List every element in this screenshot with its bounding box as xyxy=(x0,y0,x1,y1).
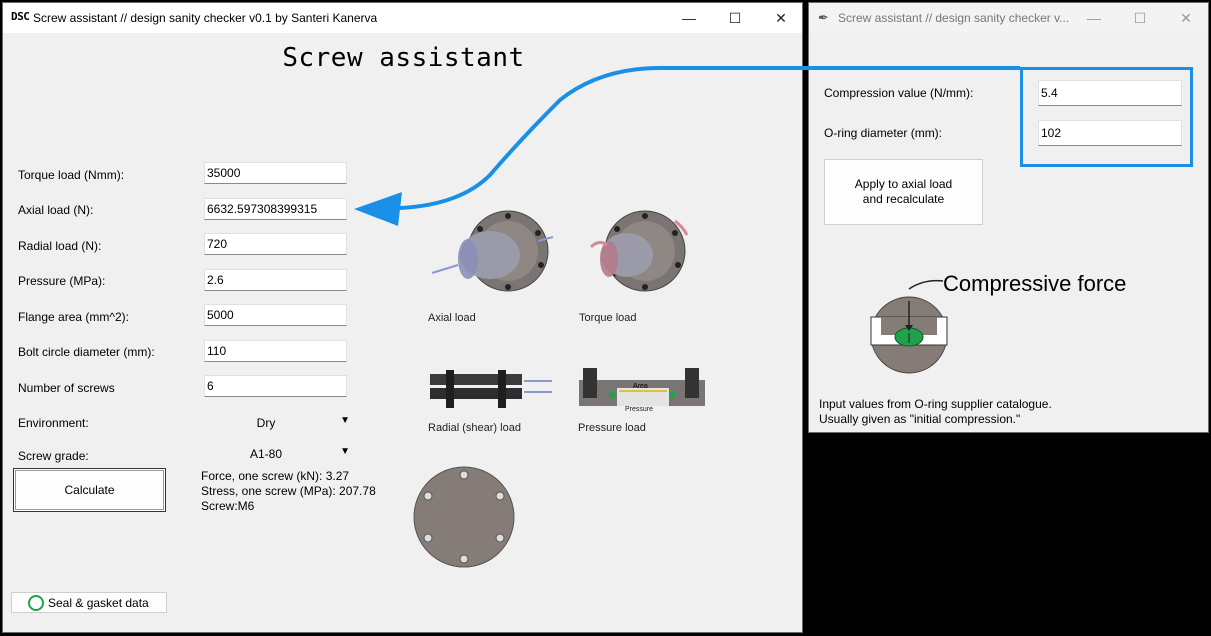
screw-result: Screw:M6 xyxy=(201,499,255,513)
flange-area-input[interactable] xyxy=(204,304,347,326)
window-title: Screw assistant // design sanity checker… xyxy=(33,11,378,25)
radial-input[interactable] xyxy=(204,233,347,255)
dropdown-arrow-icon: ▼ xyxy=(340,415,350,426)
compression-label: Compression value (N/mm): xyxy=(824,86,974,100)
bolt-circle-input[interactable] xyxy=(204,340,347,362)
compressive-force-label: Compressive force xyxy=(943,271,1127,296)
screw-grade-label: Screw grade: xyxy=(18,449,89,463)
screw-count-label: Number of screws xyxy=(18,381,115,395)
pressure-load-caption: Pressure load xyxy=(578,422,646,434)
compressive-force-image xyxy=(870,279,948,374)
oring-diameter-input[interactable] xyxy=(1038,120,1182,146)
force-result: Force, one screw (kN): 3.27 xyxy=(201,469,350,483)
maximize-icon[interactable]: ☐ xyxy=(712,3,758,33)
flange-area-label: Flange area (mm^2): xyxy=(18,310,129,324)
environment-dropdown[interactable]: Dry ▼ xyxy=(204,413,350,433)
radial-load-caption: Radial (shear) load xyxy=(428,422,521,434)
stress-result: Stress, one screw (MPa): 207.78 xyxy=(201,484,376,498)
compression-input[interactable] xyxy=(1038,80,1182,106)
environment-label: Environment: xyxy=(18,416,89,430)
radial-label: Radial load (N): xyxy=(18,239,102,253)
axial-load-image xyxy=(431,210,554,292)
minimize-icon[interactable]: — xyxy=(666,3,712,33)
radio-circle-icon xyxy=(28,594,44,611)
minimize-icon[interactable]: — xyxy=(1071,3,1117,33)
torque-label: Torque load (Nmm): xyxy=(18,168,125,182)
torque-load-caption: Torque load xyxy=(579,312,637,324)
results-block: Force, one screw (kN): 3.27 Stress, one … xyxy=(201,469,376,514)
dropdown-arrow-icon: ▼ xyxy=(340,446,350,457)
pressure-area-text: Area xyxy=(633,383,648,390)
info-line1: Input values from O-ring supplier catalo… xyxy=(819,397,1052,411)
seal-info-text: Input values from O-ring supplier catalo… xyxy=(819,397,1052,427)
seal-window: ✒ Screw assistant // design sanity check… xyxy=(808,2,1209,433)
pressure-text: Pressure xyxy=(625,406,654,413)
screw-grade-dropdown[interactable]: A1-80 ▼ xyxy=(204,444,350,464)
apply-label-line2: and recalculate xyxy=(862,192,945,206)
pressure-input[interactable] xyxy=(204,269,347,291)
feather-icon: ✒ xyxy=(818,10,829,25)
close-icon[interactable]: ✕ xyxy=(1163,3,1209,33)
calculate-button[interactable]: Calculate xyxy=(13,468,166,512)
environment-value: Dry xyxy=(256,416,276,430)
seal-gasket-button[interactable]: Seal & gasket data xyxy=(11,592,167,613)
apply-label-line1: Apply to axial load xyxy=(854,177,953,191)
bolt-circle-image xyxy=(413,466,515,568)
main-titlebar: DSC Screw assistant // design sanity che… xyxy=(3,3,802,33)
torque-input[interactable] xyxy=(204,162,347,184)
axial-input[interactable] xyxy=(204,198,347,220)
axial-label: Axial load (N): xyxy=(18,203,94,217)
seal-titlebar: ✒ Screw assistant // design sanity check… xyxy=(809,3,1208,33)
screw-grade-value: A1-80 xyxy=(249,447,283,461)
maximize-icon[interactable]: ☐ xyxy=(1117,3,1163,33)
screw-count-input[interactable] xyxy=(204,375,347,397)
page-title: Screw assistant xyxy=(282,43,525,73)
close-icon[interactable]: ✕ xyxy=(758,3,804,33)
seal-gasket-label: Seal & gasket data xyxy=(48,595,149,610)
pressure-label: Pressure (MPa): xyxy=(18,274,106,288)
torque-load-image xyxy=(589,210,689,292)
app-icon: DSC xyxy=(11,10,30,23)
seal-window-title: Screw assistant // design sanity checker… xyxy=(838,11,1070,25)
main-window: DSC Screw assistant // design sanity che… xyxy=(2,2,803,633)
axial-load-caption: Axial load xyxy=(428,312,476,324)
oring-diameter-label: O-ring diameter (mm): xyxy=(824,126,943,140)
bolt-circle-label: Bolt circle diameter (mm): xyxy=(18,345,155,359)
radial-load-image xyxy=(430,370,552,408)
info-line2: Usually given as "initial compression." xyxy=(819,412,1021,426)
apply-recalculate-button[interactable]: Apply to axial load and recalculate xyxy=(824,159,983,225)
